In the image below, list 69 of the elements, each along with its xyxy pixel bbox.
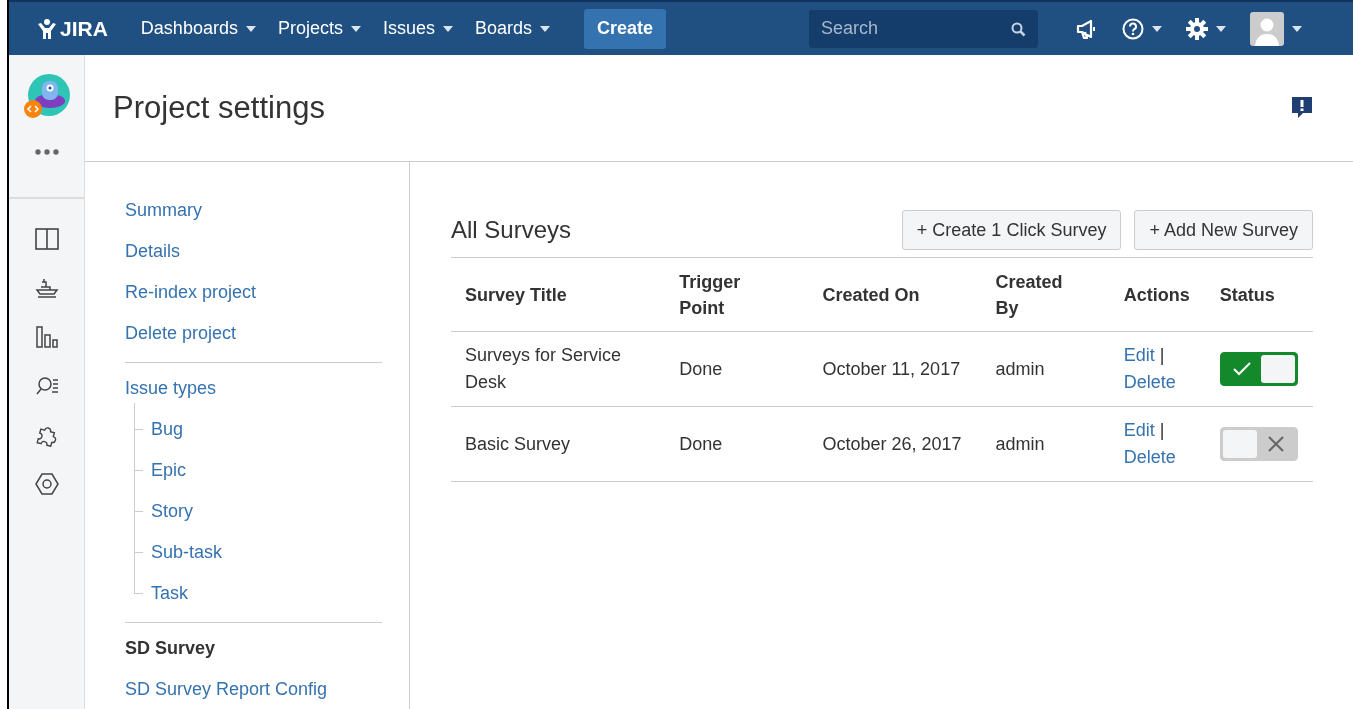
nav-link[interactable]: Task: [151, 581, 188, 605]
delete-link[interactable]: Delete: [1123, 447, 1176, 467]
project-avatar[interactable]: [22, 73, 71, 121]
table-cell: Done: [665, 331, 809, 407]
column-header: Created By: [981, 257, 1110, 332]
nav-link[interactable]: Issue types: [125, 376, 217, 417]
table-cell: October 26, 2017: [808, 406, 982, 482]
settings-icon[interactable]: [34, 472, 59, 496]
caret-icon: [1216, 25, 1227, 32]
logo-text: JIRA: [60, 16, 108, 41]
nav-menu[interactable]: Boards: [464, 10, 562, 47]
caret-icon: [1292, 25, 1303, 32]
column-header: Actions: [1109, 257, 1206, 332]
check-icon: [1232, 362, 1251, 376]
reports-icon[interactable]: [34, 325, 59, 349]
more-icon[interactable]: [34, 149, 59, 155]
person-icon: [37, 17, 57, 40]
nav-link[interactable]: Sub-task: [151, 540, 223, 564]
nav-link[interactable]: Delete project: [125, 321, 237, 362]
add-survey-button[interactable]: + Create 1 Click Survey: [901, 210, 1122, 250]
profile-menu[interactable]: [1250, 11, 1303, 46]
nav-link[interactable]: Bug: [151, 417, 184, 441]
edit-link[interactable]: Edit: [1123, 420, 1155, 440]
ship-icon[interactable]: [34, 276, 59, 300]
status-toggle[interactable]: [1219, 427, 1298, 461]
column-header: Trigger Point: [665, 257, 809, 332]
caret-icon: [245, 25, 256, 32]
table-cell: Done: [665, 406, 809, 482]
separator-text: |: [1159, 420, 1165, 440]
table-cell: Surveys for Service Desk: [451, 331, 666, 407]
delete-link[interactable]: Delete: [1123, 372, 1176, 392]
caret-icon: [1152, 25, 1163, 32]
close-icon: [1267, 436, 1284, 452]
help-icon: [1122, 17, 1145, 40]
column-header: Status: [1205, 257, 1313, 332]
table-cell: admin: [981, 406, 1110, 482]
add-survey-button[interactable]: + Add New Survey: [1134, 210, 1313, 250]
section-title: All Surveys: [451, 216, 573, 244]
column-header: Created On: [808, 257, 982, 332]
column-header: Survey Title: [451, 257, 666, 332]
feedback-icon[interactable]: [1291, 96, 1313, 120]
nav-menu[interactable]: Projects: [266, 10, 372, 47]
search-field[interactable]: Search: [809, 9, 1039, 48]
search-icon: [1011, 21, 1027, 37]
section-heading: SD Survey: [125, 637, 216, 660]
nav-link[interactable]: Story: [151, 499, 193, 523]
table-cell: admin: [981, 331, 1110, 407]
nav-link[interactable]: Epic: [151, 458, 186, 482]
create-button[interactable]: Create: [584, 8, 667, 49]
table-cell: Basic Survey: [451, 406, 666, 482]
board-icon[interactable]: [34, 227, 59, 251]
help-menu[interactable]: [1122, 17, 1163, 40]
table-cell: October 11, 2017: [808, 331, 982, 407]
caret-icon: [443, 25, 453, 32]
nav-link[interactable]: Summary: [125, 198, 202, 239]
nav-link[interactable]: SD Survey Report Config: [125, 677, 328, 709]
jira-logo[interactable]: JIRA: [37, 16, 108, 41]
caret-icon: [350, 25, 361, 32]
nav-menu[interactable]: Dashboards: [129, 10, 267, 47]
nav-menu[interactable]: Issues: [371, 10, 464, 47]
avatar-icon: [1250, 11, 1285, 46]
separator-text: |: [1159, 345, 1165, 365]
status-toggle[interactable]: [1219, 352, 1298, 386]
caret-icon: [540, 25, 551, 32]
edit-link[interactable]: Edit: [1123, 345, 1155, 365]
nav-link[interactable]: Details: [125, 239, 181, 280]
nav-link[interactable]: Re-index project: [125, 280, 257, 321]
page-title: Project settings: [113, 90, 325, 126]
settings-menu[interactable]: [1186, 17, 1227, 40]
